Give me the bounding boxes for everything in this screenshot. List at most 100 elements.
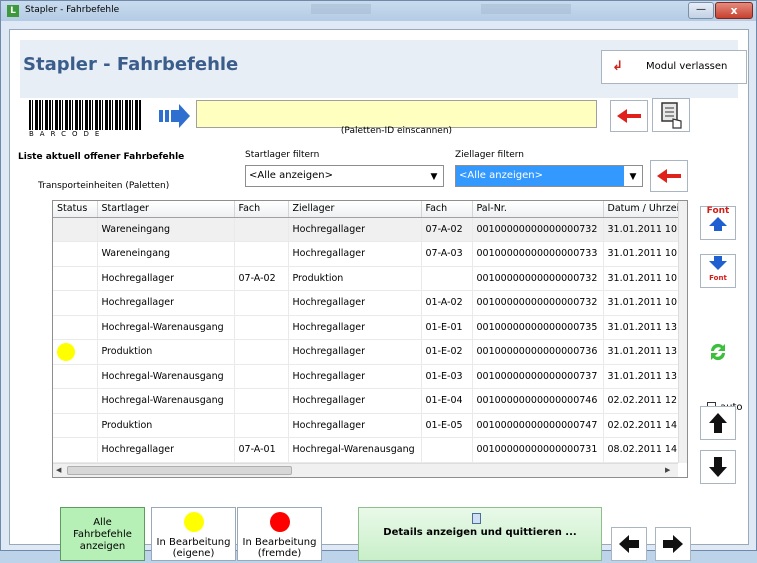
status-cell [53,266,98,291]
column-header[interactable]: Status [53,201,98,218]
barcode-icon: BARCODE [25,100,153,138]
start-filter-select[interactable]: <Alle anzeigen> ▼ [245,165,444,187]
table-cell: Hochregallager [288,241,422,267]
table-cell: 01-E-01 [421,315,473,340]
close-button[interactable]: x [715,2,753,19]
table-row[interactable]: Wareneingang Hochregallager 07-A-03 0010000… [53,241,680,267]
title-bar: L Stapler - Fahrbefehle — x [1,1,756,21]
table-header-row: Status Startlager Fach Ziellager Fach Pa… [53,201,680,218]
table-row[interactable]: Hochregal-Warenausgang Hochregallager 01-E… [53,388,680,414]
table-cell [421,266,473,291]
status-cell [53,437,98,463]
table-cell: 00100000000000000737 [472,364,604,389]
horizontal-scrollbar[interactable]: ◀ ▶ [53,463,678,477]
scroll-left-icon[interactable]: ◀ [56,464,61,477]
clear-filter-button[interactable] [650,160,688,192]
table-row[interactable]: Wareneingang Hochregallager 07-A-02 0010000… [53,217,680,242]
table-cell: 00100000000000000735 [472,315,604,340]
table-cell [234,290,289,316]
column-header[interactable]: Ziellager [288,201,422,218]
status-cell [53,388,98,414]
other-label-2: (fremde) [257,548,302,559]
keyboard-button[interactable] [652,98,690,132]
start-filter-label: Startlager filtern [245,150,320,160]
table-cell [234,388,289,414]
target-filter-select[interactable]: <Alle anzeigen> ▼ [455,165,643,187]
column-header[interactable]: Startlager [97,201,235,218]
in-progress-other-button[interactable]: In Bearbeitung (fremde) [237,507,322,561]
scroll-down-button[interactable] [700,450,736,484]
table-cell [421,437,473,463]
table-row[interactable]: Hochregal-Warenausgang Hochregallager 01-E… [53,364,680,389]
in-progress-own-button[interactable]: In Bearbeitung (eigene) [151,507,236,561]
arrow-left-icon [619,535,639,553]
status-cell [53,290,98,316]
table-cell: 00100000000000000731 [472,437,604,463]
table-cell: Hochregallager [288,339,422,365]
status-cell [53,217,98,242]
clear-scan-button[interactable] [610,100,648,132]
exit-icon: ↲ [612,59,623,74]
table-cell: 00100000000000000733 [472,241,604,267]
table-cell: 07-A-02 [234,266,289,291]
next-button[interactable] [655,527,691,561]
vertical-scrollbar[interactable] [678,201,687,463]
table-cell [234,339,289,365]
table-cell [234,241,289,267]
column-header[interactable]: Fach [234,201,289,218]
table-cell: 31.01.2011 13: [603,339,680,365]
status-cell [53,413,98,438]
font-smaller-button[interactable]: Font [700,254,736,288]
table-cell: 01-E-02 [421,339,473,365]
table-row[interactable]: Produktion Hochregallager 01-E-02 001000000… [53,339,680,365]
show-all-button[interactable]: Alle Fahrbefehle anzeigen [60,507,145,561]
pallet-id-input[interactable] [196,100,597,128]
font-larger-button[interactable]: Font [700,206,736,240]
show-all-label-3: anzeigen [79,541,126,552]
column-header[interactable]: Pal-Nr. [472,201,604,218]
table-cell: 01-E-05 [421,413,473,438]
table-cell: 08.02.2011 14: [603,437,680,463]
scroll-thumb[interactable] [67,466,292,475]
table-cell: Hochregal-Warenausgang [97,364,235,389]
table-row[interactable]: Hochregal-Warenausgang Hochregallager 01-E… [53,315,680,340]
font-larger-label: Font [706,206,730,216]
table-cell [234,315,289,340]
keyboard-hand-icon [661,102,682,129]
table-cell: 07-A-01 [234,437,289,463]
show-all-label-2: Fahrbefehle [73,529,132,540]
table-cell: 31.01.2011 10: [603,290,680,316]
arrow-down-blue-icon [709,256,727,270]
table-cell: Hochregal-Warenausgang [288,437,422,463]
arrow-right-icon [663,535,683,553]
target-filter-value: <Alle anzeigen> [459,170,543,181]
details-acknowledge-button[interactable]: Details anzeigen und quittieren ... [358,507,602,561]
table-cell: Hochregal-Warenausgang [97,315,235,340]
scroll-right-icon[interactable]: ▶ [665,464,670,477]
table-cell: Hochregallager [288,364,422,389]
column-header[interactable]: Datum / Uhrzeit [603,201,680,218]
chevron-down-icon: ▼ [425,166,443,186]
table-row[interactable]: Produktion Hochregallager 01-E-05 001000000… [53,413,680,438]
column-header[interactable]: Fach [421,201,473,218]
main-panel: Stapler - Fahrbefehle ↲ Modul verlassen … [9,29,749,561]
refresh-button[interactable] [700,334,736,368]
table-cell: 31.01.2011 10: [603,266,680,291]
table-row[interactable]: Hochregallager 07-A-02 Produktion 001000000… [53,266,680,291]
app-window: L Stapler - Fahrbefehle — x Stapler - Fa… [0,0,757,561]
scroll-up-button[interactable] [700,406,736,440]
table-cell: 00100000000000000736 [472,339,604,365]
table-cell: Wareneingang [97,241,235,267]
table-cell: 31.01.2011 10: [603,241,680,267]
table-cell: 01-A-02 [421,290,473,316]
table-cell: Hochregallager [288,413,422,438]
table-row[interactable]: Hochregallager 07-A-01 Hochregal-Warenausg… [53,437,680,463]
other-label-1: In Bearbeitung [242,537,317,548]
pallet-id-caption: (Paletten-ID einscannen) [340,126,453,136]
minimize-button[interactable]: — [688,2,714,19]
table-row[interactable]: Hochregallager Hochregallager 01-A-02 00100… [53,290,680,316]
prev-button[interactable] [611,527,647,561]
list-subtitle: Transporteinheiten (Paletten) [38,181,170,191]
leave-module-button[interactable]: ↲ Modul verlassen [601,50,747,84]
leave-module-label: Modul verlassen [646,61,728,72]
